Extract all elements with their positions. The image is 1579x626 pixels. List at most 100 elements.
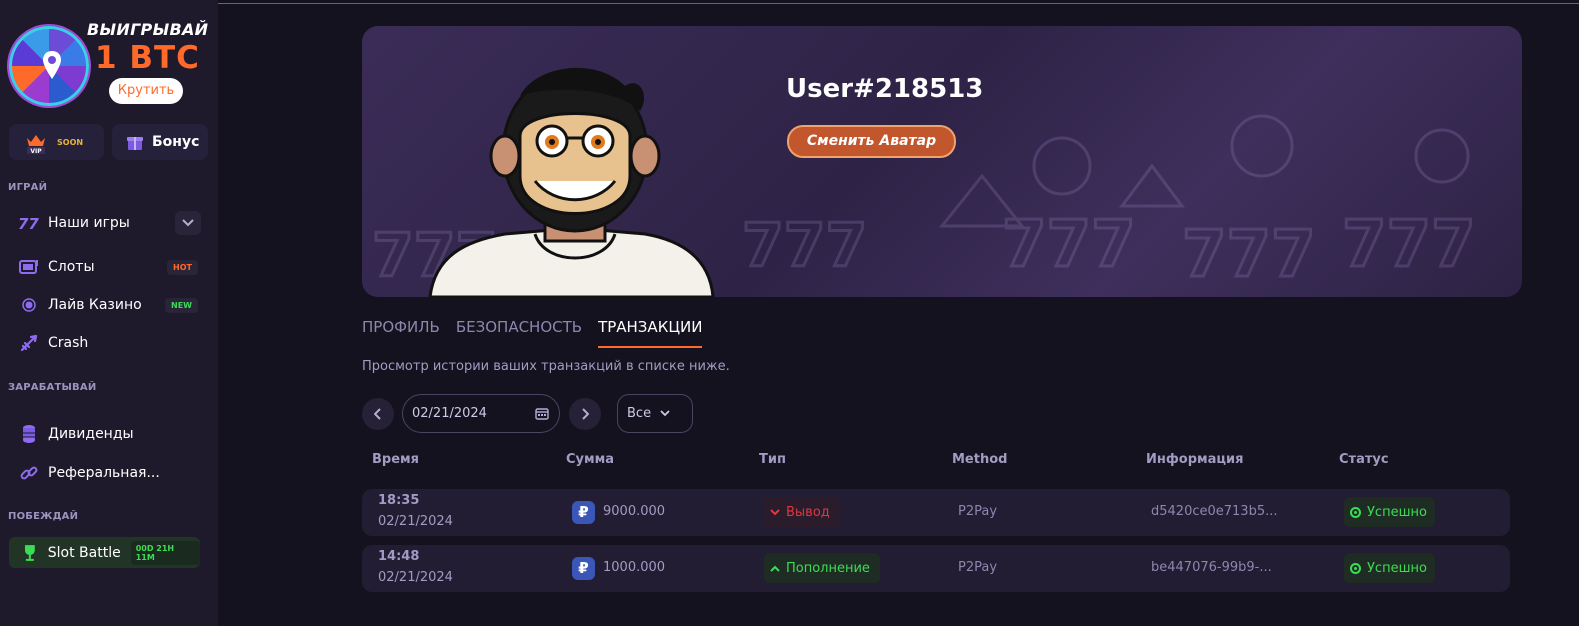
row-method: P2Pay [958, 504, 998, 519]
plane-icon [18, 332, 40, 354]
svg-text:77: 77 [18, 215, 39, 232]
status-label: Успешно [1367, 504, 1427, 520]
sidebar-item-dividends[interactable]: Дивиденды [9, 417, 201, 451]
gift-icon [127, 137, 143, 150]
top-divider [218, 3, 1579, 4]
ruble-icon: ₽ [572, 557, 595, 580]
sidebar-item-label: Наши игры [48, 215, 130, 231]
svg-text:777: 777 [1342, 208, 1476, 282]
col-header-method: Method [952, 452, 1008, 467]
type-filter-select[interactable]: Все [617, 394, 693, 433]
map-pin-icon [43, 51, 61, 79]
col-header-time: Время [372, 452, 420, 467]
slot-battle-label: Slot Battle [47, 544, 121, 561]
row-date: 02/21/2024 [378, 570, 453, 585]
sidebar-item-live-casino[interactable]: Лайв Казино NEW [9, 288, 201, 322]
bonus-label: Бонус [152, 134, 200, 150]
date-value: 02/21/2024 [412, 406, 487, 421]
spin-button[interactable]: Крутить [109, 78, 183, 104]
tab-transactions[interactable]: ТРАНЗАКЦИИ [598, 318, 703, 348]
table-row[interactable]: 18:35 02/21/2024 ₽ 9000.000 Вывод P2Pay … [362, 489, 1510, 536]
type-badge-withdraw: Вывод [764, 497, 840, 527]
row-time: 14:48 [378, 549, 420, 564]
table-row[interactable]: 14:48 02/21/2024 ₽ 1000.000 Пополнение P… [362, 545, 1510, 592]
trophy-icon [24, 544, 35, 561]
section-win: ПОБЕЖДАЙ [8, 511, 79, 522]
status-dot-icon [1350, 506, 1361, 518]
sidebar-item-label: Дивиденды [48, 426, 134, 442]
promo-title: ВЫИГРЫВАЙ [87, 20, 209, 39]
live-dot-icon [18, 294, 40, 316]
promo-wheel-banner[interactable]: ВЫИГРЫВАЙ 1 BTC Крутить [8, 18, 214, 110]
row-date: 02/21/2024 [378, 514, 453, 529]
new-badge: NEW [165, 297, 198, 313]
svg-text:777: 777 [742, 211, 867, 281]
row-info[interactable]: be447076-99b9-... [1151, 560, 1272, 575]
coin-stack-icon [18, 423, 40, 445]
status-dot-icon [1350, 562, 1361, 574]
date-picker-input[interactable]: 02/21/2024 [402, 394, 560, 433]
sidebar-item-label: Реферальная... [48, 465, 160, 481]
section-play: ИГРАЙ [8, 182, 48, 193]
type-badge-deposit: Пополнение [764, 553, 880, 583]
sidebar-item-our-games[interactable]: 77 Наши игры [9, 206, 201, 240]
soon-badge: SOON [57, 137, 84, 147]
svg-text:777: 777 [1002, 208, 1136, 282]
vip-crown-icon: VIP [27, 135, 45, 155]
bonus-button[interactable]: Бонус [112, 124, 208, 160]
chevron-left-icon [374, 408, 381, 420]
sidebar-item-label: Слоты [48, 259, 95, 275]
col-header-status: Статус [1339, 452, 1389, 467]
sidebar-item-slot-battle[interactable]: Slot Battle 00D 21H 11M [9, 537, 200, 568]
row-amount: 9000.000 [603, 504, 666, 519]
ruble-icon: ₽ [572, 501, 595, 524]
change-avatar-button[interactable]: Сменить Аватар [787, 125, 956, 158]
slot-machine-icon [18, 256, 40, 278]
row-info[interactable]: d5420ce0e713b5... [1151, 504, 1277, 519]
hot-badge: HOT [167, 259, 198, 275]
next-date-button[interactable] [569, 398, 601, 430]
username: User#218513 [786, 74, 984, 104]
svg-text:VIP: VIP [30, 148, 42, 155]
col-header-amount: Сумма [566, 452, 615, 467]
link-icon [18, 462, 40, 484]
promo-amount: 1 BTC [95, 40, 200, 76]
tab-profile[interactable]: ПРОФИЛЬ [362, 318, 440, 348]
prev-date-button[interactable] [362, 398, 394, 430]
profile-banner: 777 777 777 777 777 User#218513 Сменить … [362, 26, 1522, 297]
row-amount: 1000.000 [603, 560, 666, 575]
chevron-down-icon [770, 508, 780, 515]
svg-text:777: 777 [1182, 218, 1316, 292]
type-label: Вывод [786, 504, 830, 520]
type-label: Пополнение [786, 560, 870, 576]
monkey-avatar-icon [428, 67, 715, 297]
profile-tabs: ПРОФИЛЬ БЕЗОПАСНОСТЬ ТРАНЗАКЦИИ [362, 318, 718, 350]
col-header-type: Тип [759, 452, 786, 467]
fortune-wheel-icon [9, 26, 89, 106]
row-method: P2Pay [958, 560, 998, 575]
sidebar-item-crash[interactable]: Crash [9, 326, 201, 360]
calendar-icon[interactable] [535, 407, 549, 420]
status-label: Успешно [1367, 560, 1427, 576]
chevron-down-icon [182, 219, 194, 227]
type-filter-value: Все [627, 406, 652, 421]
chevron-down-icon [660, 410, 670, 417]
sidebar-item-label: Лайв Казино [48, 297, 142, 313]
sidebar-item-slots[interactable]: Слоты HOT [9, 250, 201, 284]
sidebar: ВЫИГРЫВАЙ 1 BTC Крутить VIP SOON Бонус И… [0, 0, 218, 626]
col-header-info: Информация [1146, 452, 1244, 467]
status-badge: Успешно [1344, 553, 1435, 583]
chevron-right-icon [582, 408, 589, 420]
row-time: 18:35 [378, 493, 420, 508]
section-earn: ЗАРАБАТЫВАЙ [8, 382, 97, 393]
sevens-icon: 77 [18, 212, 40, 234]
tab-security[interactable]: БЕЗОПАСНОСТЬ [456, 318, 582, 348]
transactions-hint: Просмотр истории ваших транзакций в спис… [362, 359, 730, 374]
sidebar-item-label: Crash [48, 335, 89, 351]
sidebar-item-referral[interactable]: Реферальная... [9, 456, 201, 490]
slot-battle-timer: 00D 21H 11M [130, 540, 200, 565]
status-badge: Успешно [1344, 497, 1435, 527]
chevron-up-icon [770, 565, 780, 572]
vip-chip[interactable]: VIP SOON [9, 124, 104, 160]
expand-games-button[interactable] [175, 211, 201, 235]
